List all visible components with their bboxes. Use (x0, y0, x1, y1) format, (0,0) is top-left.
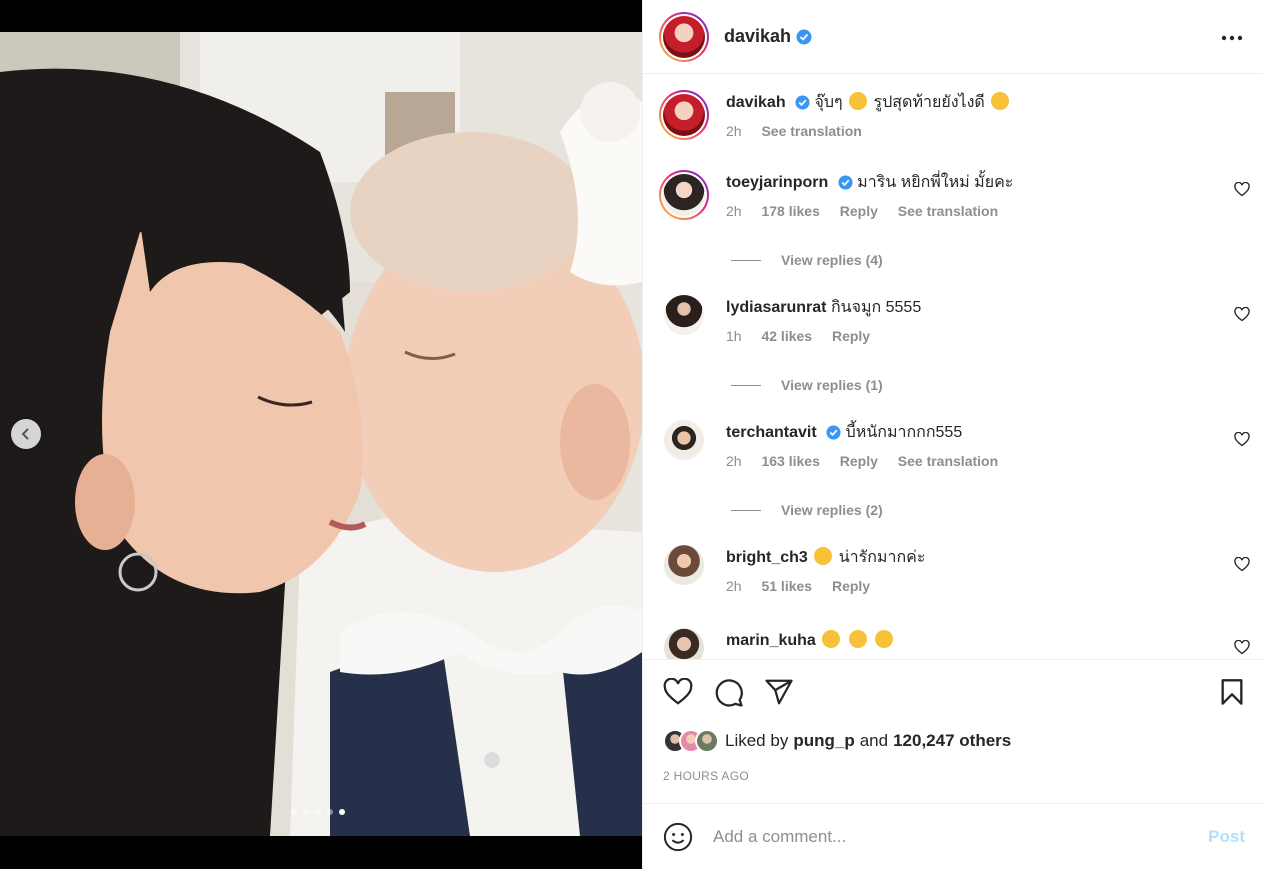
view-replies-button[interactable]: View replies (2) (731, 502, 883, 518)
like-comment-button[interactable] (1234, 306, 1250, 327)
bookmark-icon (1221, 679, 1243, 705)
carousel-dot (303, 809, 309, 815)
chevron-left-icon (21, 428, 29, 440)
caption-text: จุ๊บๆ (814, 94, 843, 111)
like-comment-button[interactable] (1234, 431, 1250, 452)
view-replies-button[interactable]: View replies (1) (731, 377, 883, 393)
liked-by-label: Liked by (725, 731, 789, 750)
reply-button[interactable]: Reply (840, 203, 878, 219)
verified-badge-icon (796, 29, 812, 44)
reply-button[interactable]: Reply (832, 578, 870, 594)
more-horizontal-icon (1221, 35, 1243, 41)
commenter-avatar[interactable] (664, 545, 704, 585)
comment-input[interactable] (713, 827, 1209, 847)
like-post-button[interactable] (663, 677, 693, 711)
verified-badge-icon (838, 175, 853, 190)
kissing-face-emoji-icon (849, 92, 868, 110)
carousel-dot (315, 809, 321, 815)
emoji-picker-icon[interactable] (663, 822, 693, 852)
comment-time: 2h (726, 453, 742, 469)
comments-list[interactable]: davikah จุ๊บๆ รูปสุดท้ายยังไงดี 2h See t… (643, 75, 1263, 659)
comment-time: 1h (726, 328, 742, 344)
verified-badge-icon (795, 95, 810, 110)
heart-outline-icon (1234, 306, 1250, 322)
comment-time: 2h (726, 203, 742, 219)
comment-time: 2h (726, 578, 742, 594)
comment-bubble-icon (715, 679, 743, 707)
author-avatar[interactable] (659, 90, 709, 140)
heart-outline-icon (1234, 181, 1250, 197)
comment-username[interactable]: terchantavit (726, 424, 817, 441)
likes-summary: Liked by pung_p and 120,247 others (663, 729, 1011, 753)
comment-likes[interactable]: 178 likes (761, 203, 819, 219)
comment-username[interactable]: marin_kuha (726, 632, 816, 649)
like-comment-button[interactable] (1234, 556, 1250, 577)
comment-likes[interactable]: 51 likes (761, 578, 812, 594)
comment-username[interactable]: bright_ch3 (726, 549, 808, 566)
view-replies-label: View replies (4) (781, 252, 883, 268)
heart-outline-icon (1234, 639, 1250, 655)
commenter-avatar[interactable] (664, 295, 704, 335)
rolling-laughing-emoji-icon (991, 92, 1010, 110)
more-options-button[interactable] (1221, 24, 1243, 44)
see-translation-link[interactable]: See translation (898, 203, 998, 219)
post-actions: Liked by pung_p and 120,247 others 2 HOU… (643, 659, 1263, 804)
view-replies-label: View replies (1) (781, 377, 883, 393)
liker-avatars[interactable] (663, 729, 719, 753)
view-replies-label: View replies (2) (781, 502, 883, 518)
caption-time: 2h (726, 123, 742, 139)
commenter-avatar[interactable] (659, 170, 709, 220)
comment-username[interactable]: toeyjarinporn (726, 174, 828, 191)
heart-outline-icon (663, 677, 693, 705)
like-comment-button[interactable] (1234, 181, 1250, 202)
carousel-dot (339, 809, 345, 815)
comment-text: กินจมูก 5555 (830, 299, 922, 316)
comment-likes[interactable]: 163 likes (761, 453, 819, 469)
likes-count[interactable]: 120,247 others (893, 731, 1011, 751)
see-translation-link[interactable]: See translation (761, 123, 861, 139)
author-avatar[interactable] (659, 11, 709, 62)
previous-slide-button[interactable] (11, 419, 41, 449)
post-comment-button[interactable]: Post (1208, 827, 1245, 847)
share-button[interactable] (764, 678, 794, 711)
comment-composer: Post (643, 805, 1263, 869)
comment-text: น่ารักมากค่ะ (838, 549, 926, 566)
heart-eyes-emoji-icon (814, 547, 833, 565)
liked-by-and: and (859, 731, 889, 750)
caption-username[interactable]: davikah (726, 94, 786, 111)
comment-button[interactable] (714, 678, 744, 713)
author-username[interactable]: davikah (724, 26, 791, 47)
commenter-avatar[interactable] (664, 420, 704, 460)
comment-text: บี้หนักมากกก555 (845, 424, 963, 441)
carousel-indicators (0, 809, 642, 815)
like-comment-button[interactable] (1234, 639, 1250, 659)
paper-plane-icon (765, 679, 793, 705)
view-replies-button[interactable]: View replies (4) (731, 252, 883, 268)
post-timestamp[interactable]: 2 HOURS AGO (663, 769, 749, 783)
caption-text-rest: รูปสุดท้ายยังไงดี (873, 94, 985, 111)
post-detail-panel: davikah davikah จุ๊บๆ รูปสุดท้ายยังไงดี … (642, 0, 1263, 869)
reply-button[interactable]: Reply (840, 453, 878, 469)
comment-username[interactable]: lydiasarunrat (726, 299, 826, 316)
kissing-face-emoji-icon (875, 630, 894, 648)
commenter-avatar[interactable] (664, 628, 704, 659)
post-photo[interactable] (0, 32, 642, 836)
liker-avatar (695, 729, 719, 753)
see-translation-link[interactable]: See translation (898, 453, 998, 469)
reply-button[interactable]: Reply (832, 328, 870, 344)
save-button[interactable] (1220, 678, 1244, 711)
kissing-face-emoji-icon (848, 630, 867, 648)
carousel-dot (291, 809, 297, 815)
heart-outline-icon (1234, 431, 1250, 447)
comment-text: มาริน หยิกพี่ใหม่ มั้ยคะ (857, 174, 1014, 191)
heart-outline-icon (1234, 556, 1250, 572)
post-media (0, 0, 642, 869)
post-header: davikah (643, 0, 1263, 74)
comment-likes[interactable]: 42 likes (761, 328, 812, 344)
carousel-dot (327, 809, 333, 815)
verified-badge-icon (826, 425, 841, 440)
liked-by-user[interactable]: pung_p (793, 731, 854, 751)
kissing-face-emoji-icon (822, 630, 841, 648)
